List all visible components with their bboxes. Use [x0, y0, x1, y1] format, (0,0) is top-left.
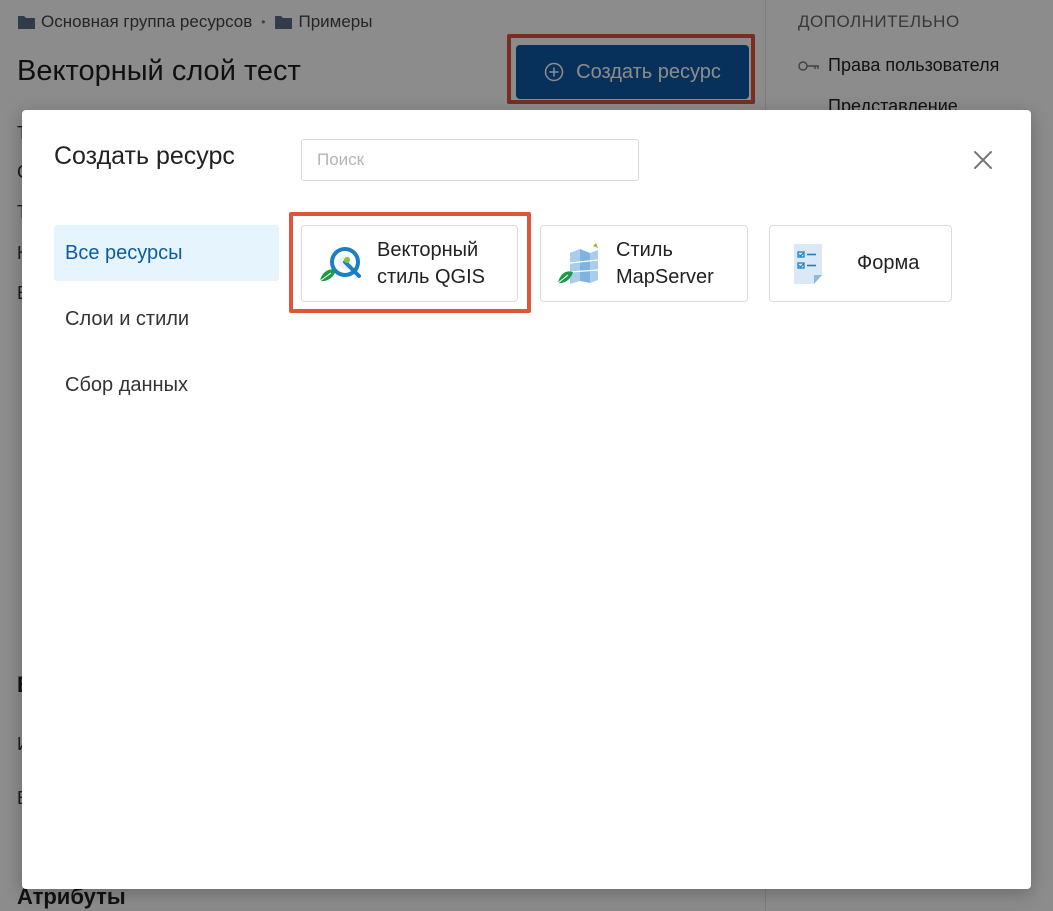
tile-label: Форма [857, 252, 920, 274]
category-data-collection[interactable]: Сбор данных [54, 357, 279, 413]
form-icon [794, 243, 822, 284]
tile-mapserver-style[interactable]: Стиль MapServer [540, 225, 748, 302]
category-all-resources[interactable]: Все ресурсы [54, 225, 279, 281]
tile-form[interactable]: Форма [769, 225, 952, 302]
search-input[interactable] [301, 139, 639, 181]
close-button[interactable] [968, 145, 998, 175]
modal-title: Создать ресурс [54, 142, 235, 170]
category-list: Все ресурсы Слои и стили Сбор данных [54, 225, 279, 423]
highlight-frame [289, 212, 531, 313]
category-layers-styles[interactable]: Слои и стили [54, 291, 279, 347]
close-icon [974, 151, 992, 169]
mapserver-style-icon [557, 242, 599, 284]
tile-label: Стиль MapServer [616, 238, 714, 288]
